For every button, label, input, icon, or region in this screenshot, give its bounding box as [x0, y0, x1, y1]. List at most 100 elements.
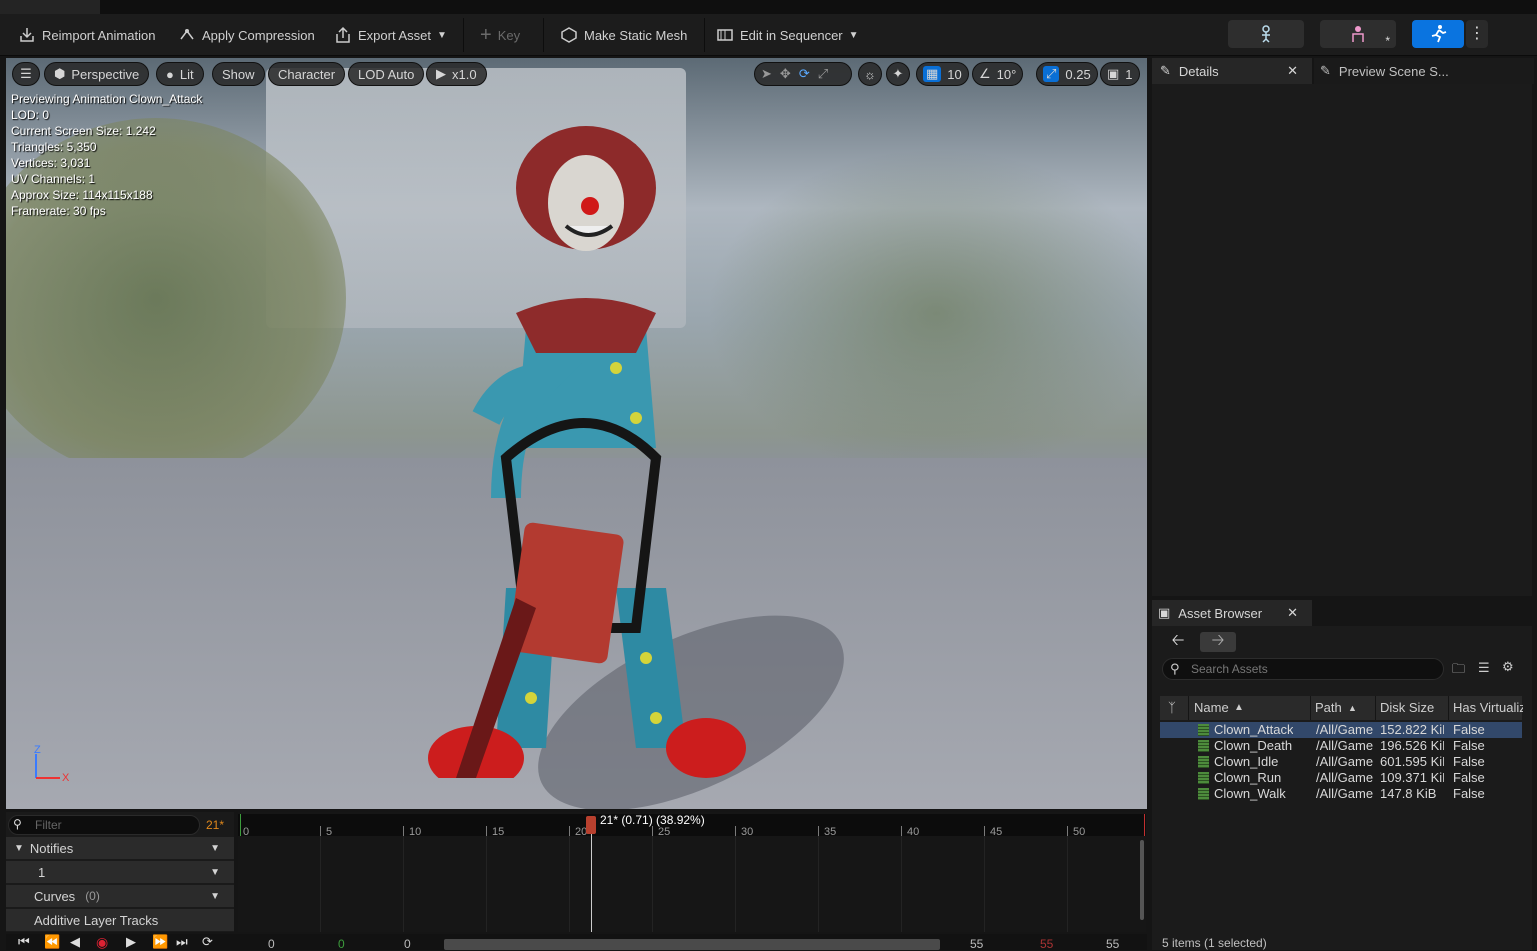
dropdown-arrow-icon[interactable]: ▼ [210, 891, 220, 902]
stat-line: UV Channels: 1 [11, 172, 96, 186]
surface-snap-button[interactable]: ✦ [886, 62, 910, 86]
skeleton-mode-button[interactable] [1228, 20, 1304, 48]
chevron-down-icon: ▼ [436, 29, 447, 41]
lod-button[interactable]: LOD Auto [348, 62, 425, 86]
show-button[interactable]: Show [212, 62, 265, 86]
tick-label: 15 [492, 826, 505, 838]
tab-asset-browser[interactable]: ▣ Asset Browser ✕ [1152, 600, 1312, 626]
edit-in-sequencer-button[interactable]: Edit in Sequencer ▼ [716, 22, 859, 48]
forward-button[interactable]: 🡢 [1200, 632, 1236, 652]
collapse-arrow-icon: ▼ [14, 842, 24, 854]
close-icon[interactable]: ✕ [1287, 63, 1298, 79]
perspective-button[interactable]: ⬢ Perspective [44, 62, 150, 86]
play-icon[interactable]: ▶ [126, 934, 136, 950]
animation-mode-button[interactable] [1412, 20, 1464, 48]
table-row[interactable]: Clown_Attack /All/Game 152.822 KiB False [1160, 722, 1522, 738]
tab-details[interactable]: ✎ Details ✕ [1152, 58, 1312, 84]
table-row[interactable]: Clown_Run /All/Game 109.371 KiB False [1160, 770, 1522, 786]
select-tool-icon[interactable]: ➤ [761, 66, 772, 82]
asset-browser-panel: 🡠 🡢 ⚲ Search Assets 🗀 ☰ ⚙ ᛉ Name ▲ Path … [1152, 626, 1532, 950]
column-disk-size[interactable]: Disk Size [1380, 700, 1434, 715]
scale-snap-icon: ⤢ [1043, 66, 1060, 82]
column-has-virtualized[interactable]: Has Virtualiz [1453, 700, 1523, 715]
tab-preview-scene-settings[interactable]: ✎ Preview Scene S... [1314, 58, 1534, 84]
range-start-value[interactable]: 0 [338, 937, 345, 951]
tick-label: 10 [409, 826, 422, 838]
grid-snap-button[interactable]: ▦ 10 [916, 62, 969, 86]
animation-viewport[interactable]: ☰ ⬢ Perspective ● Lit Show Character LOD A… [6, 58, 1147, 809]
dropdown-arrow-icon[interactable]: ▼ [210, 843, 220, 854]
notifies-track[interactable]: ▼ Notifies ▼ [6, 837, 234, 859]
playback-speed-button[interactable]: ▶ x1.0 [426, 62, 487, 86]
skip-to-start-icon[interactable]: ⏮ [18, 934, 30, 950]
star-icon: * [1385, 34, 1390, 48]
curves-track[interactable]: Curves (0) ▼ [6, 885, 234, 907]
column-name[interactable]: Name [1194, 700, 1229, 715]
scale-tool-icon[interactable]: ⤢ [818, 66, 828, 82]
axis-gizmo: Z X [32, 744, 82, 788]
document-tab[interactable] [0, 0, 100, 14]
rotate-tool-icon[interactable]: ⟳ [799, 66, 810, 82]
filter-icon[interactable]: ☰ [1478, 660, 1490, 676]
loop-icon[interactable]: ⟳ [202, 934, 213, 950]
search-input[interactable]: ⚲ Search Assets [1162, 658, 1444, 680]
key-button[interactable]: + Key [480, 22, 520, 48]
column-divider [1375, 696, 1376, 720]
camera-speed-button[interactable]: ▣ 1 [1100, 62, 1140, 86]
stat-line: Approx Size: 114x115x188 [11, 188, 153, 202]
range-end-value[interactable]: 55 [1040, 937, 1053, 951]
table-row[interactable]: Clown_Death /All/Game 196.526 KiB False [1160, 738, 1522, 754]
step-forward-icon[interactable]: ⏩ [152, 934, 168, 950]
close-icon[interactable]: ✕ [1287, 605, 1298, 621]
range-start-value[interactable]: 0 [268, 937, 275, 951]
table-row[interactable]: Clown_Idle /All/Game 601.595 KiB False [1160, 754, 1522, 770]
record-icon[interactable]: ◉ [96, 934, 108, 951]
dropdown-arrow-icon[interactable]: ▼ [210, 867, 220, 878]
table-header: ᛉ Name ▲ Path ▲ Disk Size Has Virtualiz [1160, 696, 1523, 720]
apply-compression-button[interactable]: Apply Compression [178, 22, 315, 48]
local-space-button[interactable]: ☼ [858, 62, 882, 86]
stat-line: Triangles: 5,350 [11, 140, 97, 154]
source-control-icon[interactable]: ᛉ [1168, 700, 1176, 715]
item-count-status: 5 items (1 selected) [1162, 936, 1267, 950]
filter-input[interactable]: ⚲ Filter [8, 815, 200, 835]
playhead-handle[interactable] [586, 816, 596, 834]
column-path[interactable]: Path [1315, 700, 1342, 715]
reimport-animation-button[interactable]: Reimport Animation [18, 22, 155, 48]
timeline-area[interactable]: 5 10 15 20 25 30 35 40 45 50 0 21* (0.71… [238, 812, 1146, 932]
scale-snap-button[interactable]: ⤢ 0.25 [1036, 62, 1098, 86]
range-end-value[interactable]: 55 [1106, 937, 1119, 951]
range-end-value[interactable]: 55 [970, 937, 983, 951]
tick-label: 25 [658, 826, 671, 838]
table-row[interactable]: Clown_Walk /All/Game 147.8 KiB False [1160, 786, 1522, 802]
timeline-track-list: ⚲ Filter 21* ▼ Notifies ▼ 1 ▼ Curves (0)… [6, 812, 234, 932]
step-back-icon[interactable]: ⏪ [44, 934, 60, 950]
vertical-scrollbar[interactable] [1140, 840, 1144, 920]
back-button[interactable]: 🡠 [1160, 632, 1196, 652]
window-title-strip [0, 0, 1537, 14]
range-scrollbar[interactable] [444, 939, 940, 950]
folder-icon[interactable]: 🗀 [1452, 660, 1465, 682]
angle-snap-button[interactable]: ∠ 10° [972, 62, 1024, 86]
more-options-button[interactable]: ⋮ [1466, 20, 1488, 48]
export-asset-button[interactable]: Export Asset ▼ [334, 22, 447, 48]
tick-label: 0 [243, 826, 250, 838]
range-start-value[interactable]: 0 [404, 937, 411, 951]
notify-track-1[interactable]: 1 ▼ [6, 861, 234, 883]
play-reverse-icon[interactable]: ◀ [70, 934, 80, 950]
move-tool-icon[interactable]: ✥ [780, 66, 791, 82]
viewport-menu-button[interactable]: ☰ [12, 62, 40, 86]
plus-icon: + [480, 24, 492, 46]
pencil-icon: ✎ [1320, 63, 1331, 78]
toolbar-separator [543, 18, 544, 52]
gear-icon[interactable]: ⚙ [1502, 659, 1514, 675]
viewport-stats: Previewing Animation Clown_Attack LOD: 0… [11, 91, 202, 219]
lit-button[interactable]: ● Lit [156, 62, 204, 86]
compression-icon [180, 29, 194, 40]
character-button[interactable]: Character [268, 62, 346, 86]
mesh-mode-button[interactable]: * [1320, 20, 1396, 48]
skip-to-end-icon[interactable]: ⏭ [176, 934, 188, 950]
make-static-mesh-button[interactable]: Make Static Mesh [560, 22, 687, 48]
animation-sequence-icon [1198, 788, 1209, 800]
additive-layer-tracks[interactable]: Additive Layer Tracks [6, 909, 234, 931]
